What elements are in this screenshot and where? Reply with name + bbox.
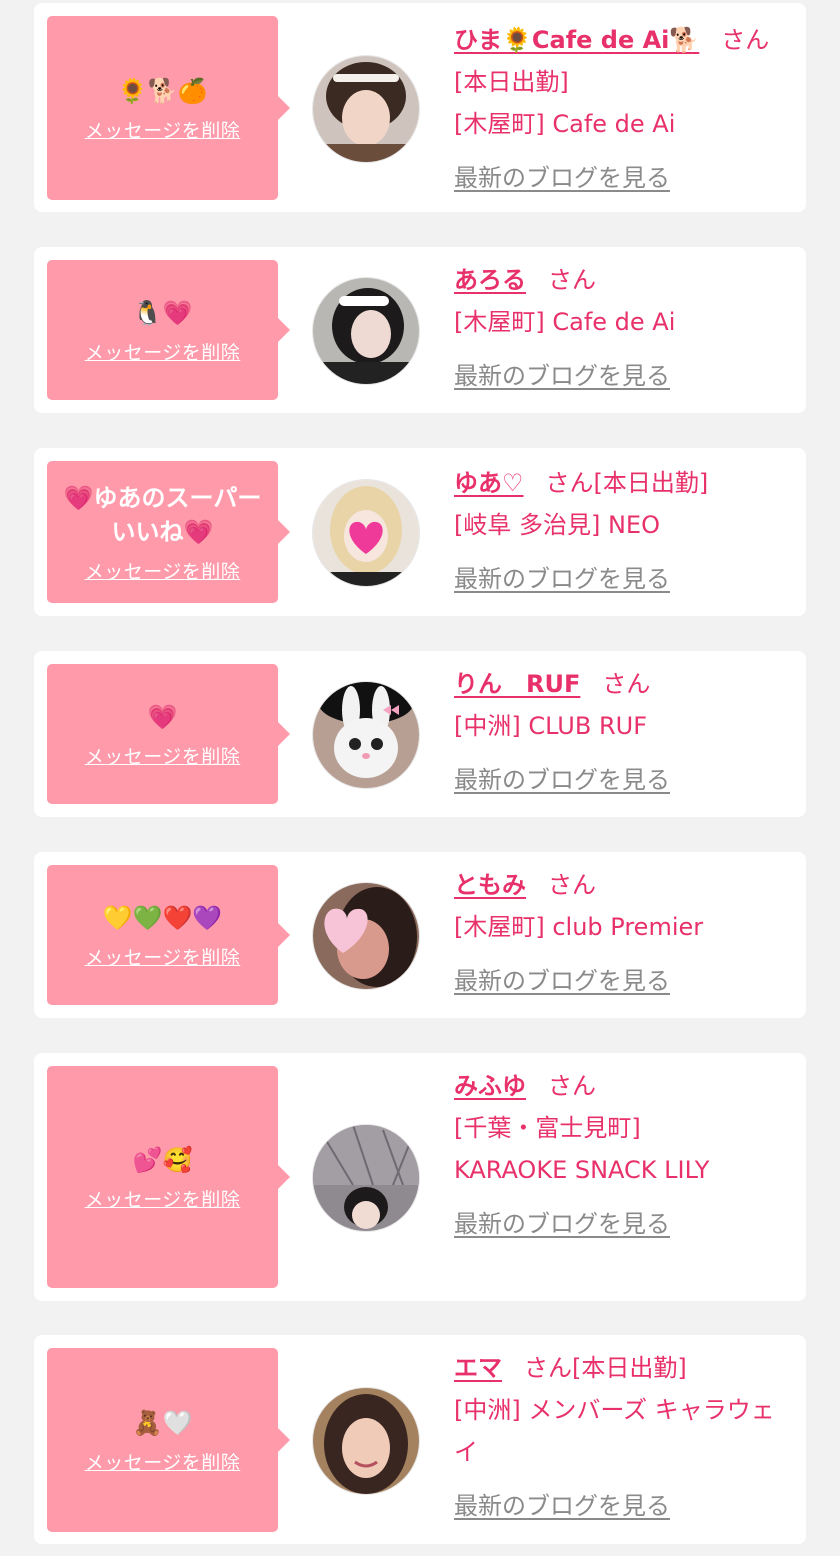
maid-costume-avatar-icon[interactable] [312, 277, 420, 385]
cast-name-link[interactable]: エマ [454, 1354, 502, 1382]
delete-message-link[interactable]: メッセージを削除 [85, 116, 241, 143]
attendance-status: [本日出勤] [454, 68, 569, 96]
latest-blog-link[interactable]: 最新のブログを見る [454, 157, 670, 199]
message-bubble: 🐧💗 メッセージを削除 [47, 260, 290, 400]
shop-location: [千葉・富士見町] KARAOKE SNACK LILY [454, 1114, 710, 1184]
cast-name-link[interactable]: みふゆ [454, 1072, 526, 1100]
cast-info: あろる さん [木屋町] Cafe de Ai 最新のブログを見る [454, 259, 784, 397]
woman-under-umbrella-avatar-icon[interactable] [312, 1124, 420, 1232]
message-text: 💗ゆあのスーパーいいね💗 [63, 483, 262, 546]
cast-name-link[interactable]: ひま🌻Cafe de Ai🐕 [454, 26, 699, 54]
message-text: 💕🥰 [132, 1145, 193, 1174]
cast-info: ともみ さん [木屋町] club Premier 最新のブログを見る [454, 864, 784, 1002]
delete-message-link[interactable]: メッセージを削除 [85, 338, 241, 365]
honorific-label: さん [548, 871, 596, 899]
message-text: 🐧💗 [132, 298, 193, 327]
message-text: 🧸🤍 [132, 1408, 193, 1437]
cast-name-link[interactable]: ゆあ♡ [454, 469, 524, 497]
latest-blog-link[interactable]: 最新のブログを見る [454, 355, 670, 397]
message-card: 💗ゆあのスーパーいいね💗 メッセージを削除 ゆあ♡ さん[本日出勤] [岐阜 多治… [34, 448, 806, 616]
latest-blog-link[interactable]: 最新のブログを見る [454, 558, 670, 600]
attendance-status: [本日出勤] [593, 469, 709, 497]
delete-message-link[interactable]: メッセージを削除 [85, 1448, 241, 1475]
woman-heart-covered-avatar-icon[interactable] [312, 882, 420, 990]
cast-info: みふゆ さん [千葉・富士見町] KARAOKE SNACK LILY 最新のブロ… [454, 1065, 784, 1245]
woman-with-headband-avatar-icon[interactable] [312, 55, 420, 163]
cast-name-link[interactable]: りん RUF [454, 670, 580, 698]
message-bubble: 💗ゆあのスーパーいいね💗 メッセージを削除 [47, 461, 290, 603]
honorific-label: さん [548, 1072, 596, 1100]
cast-info: ひま🌻Cafe de Ai🐕 さん[本日出勤] [木屋町] Cafe de Ai … [454, 19, 784, 199]
bunny-filter-avatar-icon[interactable] [312, 681, 420, 789]
latest-blog-link[interactable]: 最新のブログを見る [454, 1203, 670, 1245]
cast-info: ゆあ♡ さん[本日出勤] [岐阜 多治見] NEO 最新のブログを見る [454, 462, 784, 600]
shop-location: [中洲] CLUB RUF [454, 712, 647, 740]
message-card: 🐧💗 メッセージを削除 あろる さん [木屋町] Cafe de Ai 最新のブロ… [34, 247, 806, 413]
message-bubble: 💗 メッセージを削除 [47, 664, 290, 804]
message-card: 🧸🤍 メッセージを削除 エマ さん[本日出勤] [中洲] メンバーズ キャラウェイ… [34, 1335, 806, 1544]
honorific-label: さん [548, 266, 596, 294]
cast-info: エマ さん[本日出勤] [中洲] メンバーズ キャラウェイ 最新のブログを見る [454, 1347, 784, 1527]
message-bubble: 💛💚❤️💜 メッセージを削除 [47, 865, 290, 1005]
delete-message-link[interactable]: メッセージを削除 [85, 1185, 241, 1212]
message-text: 💛💚❤️💜 [102, 903, 223, 932]
cast-name-link[interactable]: ともみ [454, 871, 526, 899]
attendance-status: [本日出勤] [572, 1354, 687, 1382]
message-bubble: 🌻🐕🍊 メッセージを削除 [47, 16, 290, 200]
shop-location: [岐阜 多治見] NEO [454, 511, 660, 539]
message-card: 💛💚❤️💜 メッセージを削除 ともみ さん [木屋町] club Premier … [34, 852, 806, 1018]
honorific-label: さん [602, 670, 651, 698]
latest-blog-link[interactable]: 最新のブログを見る [454, 759, 670, 801]
message-card: 💕🥰 メッセージを削除 みふゆ さん [千葉・富士見町] KARAOKE SNAC… [34, 1053, 806, 1301]
message-bubble: 💕🥰 メッセージを削除 [47, 1066, 290, 1288]
delete-message-link[interactable]: メッセージを削除 [85, 943, 241, 970]
message-text: 💗 [147, 702, 178, 731]
message-bubble: 🧸🤍 メッセージを削除 [47, 1348, 290, 1532]
latest-blog-link[interactable]: 最新のブログを見る [454, 960, 670, 1002]
cast-name-link[interactable]: あろる [454, 266, 526, 294]
smiling-woman-avatar-icon[interactable] [312, 1387, 420, 1495]
honorific-label: さん [721, 26, 770, 54]
shop-location: [木屋町] club Premier [454, 913, 704, 941]
honorific-label: さん [524, 1354, 572, 1382]
message-card: 🌻🐕🍊 メッセージを削除 ひま🌻Cafe de Ai🐕 さん [本日出勤] [木屋町… [34, 3, 806, 212]
delete-message-link[interactable]: メッセージを削除 [85, 557, 241, 584]
shop-location: [木屋町] Cafe de Ai [454, 308, 676, 336]
shop-location: [木屋町] Cafe de Ai [454, 110, 676, 138]
message-text: 🌻🐕🍊 [117, 76, 208, 105]
cast-info: りん RUF さん [中洲] CLUB RUF 最新のブログを見る [454, 663, 784, 801]
latest-blog-link[interactable]: 最新のブログを見る [454, 1485, 670, 1527]
blonde-woman-heart-covered-avatar-icon[interactable] [312, 479, 420, 587]
shop-location: [中洲] メンバーズ キャラウェイ [454, 1396, 775, 1466]
message-card: 💗 メッセージを削除 りん RUF さん [中洲] CLUB RUF 最新のブログ… [34, 651, 806, 817]
honorific-label: さん [545, 469, 594, 497]
delete-message-link[interactable]: メッセージを削除 [85, 742, 241, 769]
